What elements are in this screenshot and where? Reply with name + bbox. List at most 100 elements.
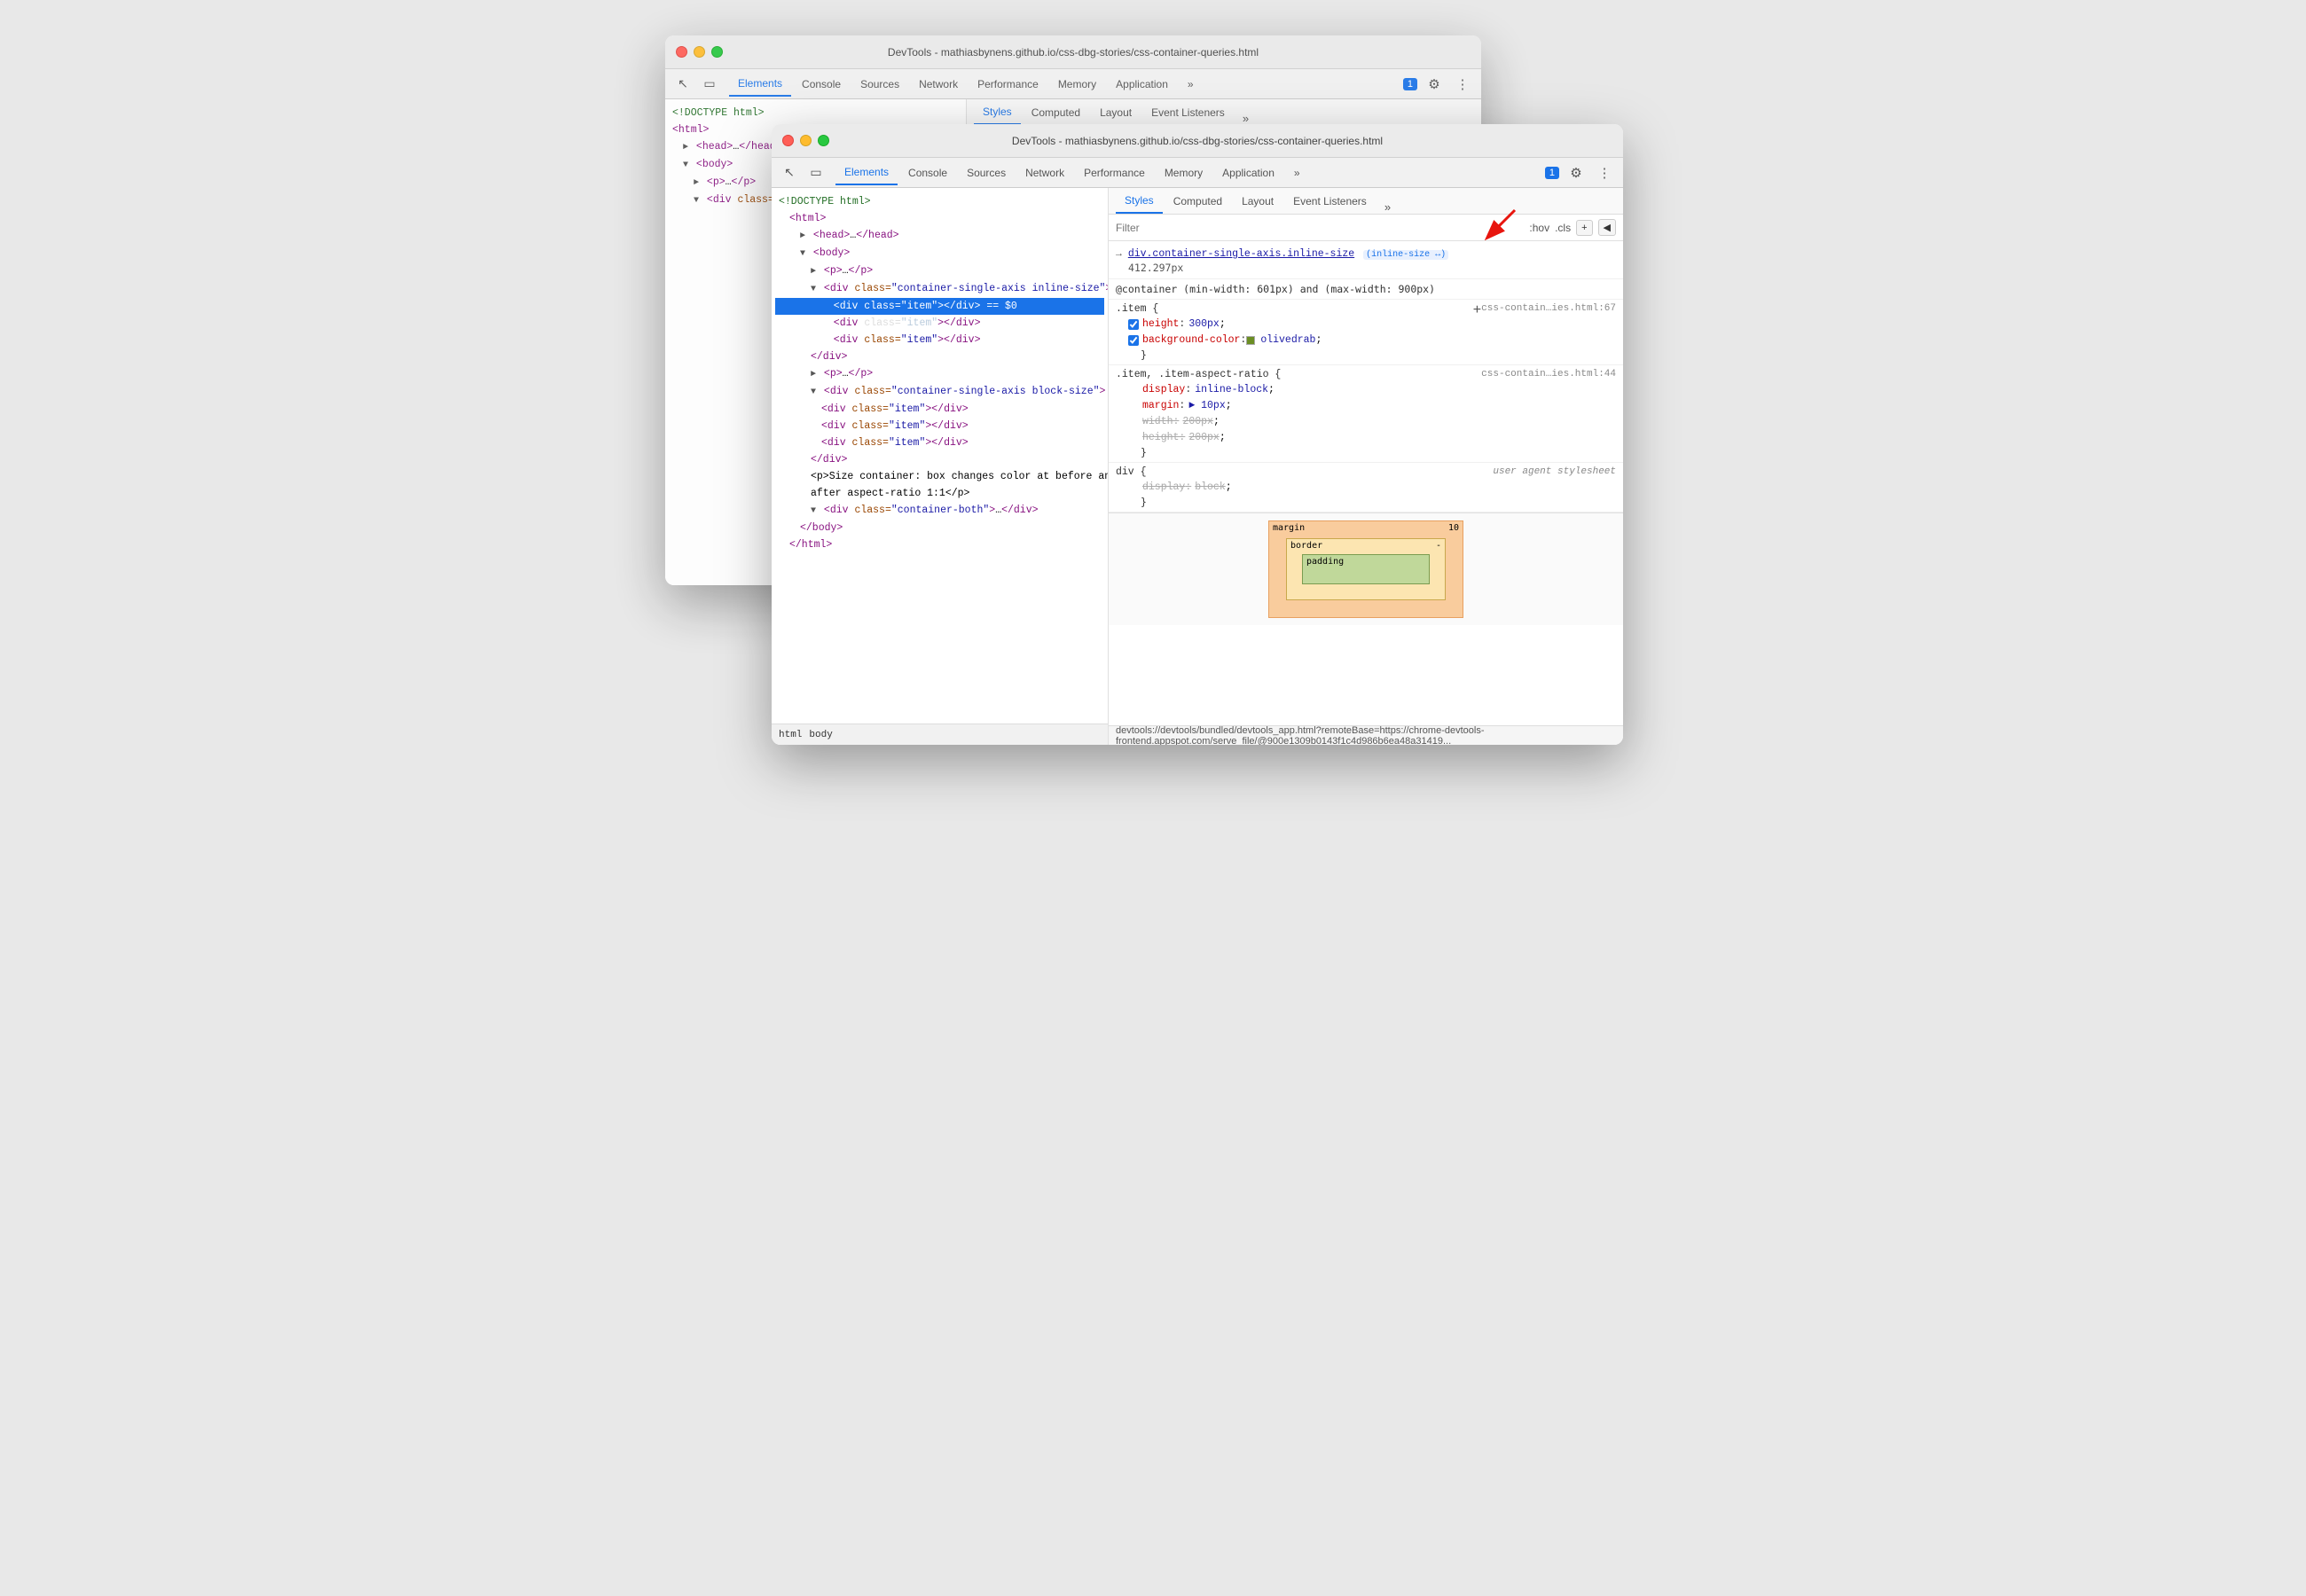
style-tab-event-listeners-front[interactable]: Event Listeners xyxy=(1284,189,1376,214)
settings-icon-front[interactable]: ⚙ xyxy=(1565,161,1588,184)
window-title-front: DevTools - mathiasbynens.github.io/css-d… xyxy=(1012,135,1383,147)
badge-front: 1 xyxy=(1545,167,1559,179)
tab-memory-front[interactable]: Memory xyxy=(1156,160,1212,185)
traffic-lights-back xyxy=(676,46,723,58)
tab-performance-back[interactable]: Performance xyxy=(969,72,1047,97)
prop-width-value: 200px xyxy=(1182,414,1213,430)
menu-icon-back[interactable]: ⋮ xyxy=(1451,73,1474,96)
box-padding-label: padding xyxy=(1302,554,1430,584)
hov-label-front: :hov xyxy=(1529,222,1549,234)
tab-more-front[interactable]: » xyxy=(1285,160,1309,185)
style-tab-styles-front[interactable]: Styles xyxy=(1116,189,1163,214)
dom-line[interactable]: after aspect-ratio 1:1</p> xyxy=(775,485,1104,502)
styles-more-front[interactable]: » xyxy=(1381,200,1394,214)
breadcrumb-html[interactable]: html xyxy=(779,730,802,740)
tab-memory-back[interactable]: Memory xyxy=(1049,72,1105,97)
tab-console-back[interactable]: Console xyxy=(793,72,850,97)
tab-elements-front[interactable]: Elements xyxy=(835,160,898,185)
dom-line[interactable]: ▼ <div class="container-single-axis bloc… xyxy=(775,383,1104,401)
cls-label-front: .cls xyxy=(1555,222,1571,234)
scroll-back-btn-front[interactable]: ◀ xyxy=(1598,219,1616,236)
prop-height-checkbox[interactable] xyxy=(1128,319,1139,330)
tool-icons-front: ↖ ▭ xyxy=(779,162,827,184)
style-tab-layout-back[interactable]: Layout xyxy=(1091,100,1141,125)
breadcrumb-body[interactable]: body xyxy=(809,730,832,740)
tab-network-back[interactable]: Network xyxy=(910,72,967,97)
cursor-icon[interactable]: ↖ xyxy=(672,74,694,95)
filter-input-front[interactable] xyxy=(1116,222,1465,234)
device-icon[interactable]: ▭ xyxy=(699,74,720,95)
tab-network-front[interactable]: Network xyxy=(1016,160,1073,185)
style-tab-styles-back[interactable]: Styles xyxy=(974,100,1021,125)
dom-line[interactable]: <div class="item"></div> xyxy=(775,434,1104,451)
dom-line[interactable]: <div class="item"></div> xyxy=(775,315,1104,332)
rule-body-item: height : 300px ; background-color : xyxy=(1116,317,1616,361)
dom-line[interactable]: <div class="item"></div> xyxy=(775,401,1104,418)
prop-display-value: inline-block xyxy=(1195,382,1268,398)
rule-selector-1: → div.container-single-axis.inline-size … xyxy=(1116,248,1616,260)
prop-bgcolor-checkbox[interactable] xyxy=(1128,335,1139,346)
dom-line[interactable]: </div> xyxy=(775,451,1104,468)
dom-line[interactable]: <html> xyxy=(775,210,1104,227)
add-style-btn-front[interactable]: + xyxy=(1576,220,1592,236)
dom-line[interactable]: </body> xyxy=(775,520,1104,536)
tab-console-front[interactable]: Console xyxy=(899,160,956,185)
styles-more-back[interactable]: » xyxy=(1239,112,1252,125)
container-query-text: @container (min-width: 601px) and (max-w… xyxy=(1116,283,1616,295)
dom-line[interactable]: <!DOCTYPE html> xyxy=(775,193,1104,210)
dom-line[interactable]: ► <p>…</p> xyxy=(775,262,1104,280)
rule-body-1: 412.297px xyxy=(1116,262,1616,275)
prop-display: display : inline-block ; xyxy=(1128,382,1616,398)
tab-sources-front[interactable]: Sources xyxy=(958,160,1015,185)
close-button-back[interactable] xyxy=(676,46,687,58)
prop-height-value: 300px xyxy=(1188,317,1220,332)
selector-link-1[interactable]: div.container-single-axis.inline-size xyxy=(1128,248,1354,260)
dom-line[interactable]: <p>Size container: box changes color at … xyxy=(775,468,1104,485)
prop-display-ua-value: block xyxy=(1195,480,1226,496)
cursor-icon-front[interactable]: ↖ xyxy=(779,162,800,184)
menu-icon-front[interactable]: ⋮ xyxy=(1593,161,1616,184)
tool-icons-back: ↖ ▭ xyxy=(672,74,720,95)
dom-line-selected[interactable]: <div class="item"></div> == $0 xyxy=(775,298,1104,315)
device-icon-front[interactable]: ▭ xyxy=(805,162,827,184)
tab-application-back[interactable]: Application xyxy=(1107,72,1177,97)
rule-close-brace: } xyxy=(1128,348,1616,361)
rule-body-ua: display : block ; } xyxy=(1116,480,1616,508)
dom-line[interactable]: ▼ <div class="container-single-axis inli… xyxy=(775,280,1104,298)
color-swatch-olivedrab[interactable] xyxy=(1246,336,1255,345)
dom-line[interactable]: ► <p>…</p> xyxy=(775,365,1104,383)
dom-line[interactable]: ▼ <div class="container-both">…</div> xyxy=(775,502,1104,520)
dom-line[interactable]: </div> xyxy=(775,348,1104,365)
dom-line[interactable]: </html> xyxy=(775,536,1104,553)
tab-more-back[interactable]: » xyxy=(1179,72,1203,97)
tab-sources-back[interactable]: Sources xyxy=(851,72,908,97)
rule-body-item-aspect: display : inline-block ; margin : ► 10px xyxy=(1116,382,1616,458)
tab-application-front[interactable]: Application xyxy=(1213,160,1283,185)
box-model: margin 10 border - padding xyxy=(1268,520,1463,618)
dom-panel-front: <!DOCTYPE html> <html> ► <head>…</head> … xyxy=(772,188,1109,745)
prop-display-ua-strikethrough: display : block ; xyxy=(1128,480,1616,496)
add-property-btn[interactable]: + xyxy=(1473,303,1482,317)
tab-performance-front[interactable]: Performance xyxy=(1075,160,1154,185)
minimize-button-front[interactable] xyxy=(800,135,812,146)
tab-elements-back[interactable]: Elements xyxy=(729,72,791,97)
maximize-button-front[interactable] xyxy=(818,135,829,146)
style-tab-event-listeners-back[interactable]: Event Listeners xyxy=(1142,100,1234,125)
dom-line[interactable]: ▼ <body> xyxy=(775,245,1104,262)
style-rule-container-query: @container (min-width: 601px) and (max-w… xyxy=(1109,279,1623,300)
style-tab-layout-front[interactable]: Layout xyxy=(1233,189,1282,214)
devtools-window-front: DevTools - mathiasbynens.github.io/css-d… xyxy=(772,124,1623,745)
prop-margin-name: margin xyxy=(1142,398,1179,414)
style-tab-computed-front[interactable]: Computed xyxy=(1165,189,1231,214)
dom-line[interactable]: <!DOCTYPE html> xyxy=(669,105,962,121)
close-button-front[interactable] xyxy=(782,135,794,146)
dom-line[interactable]: <div class="item"></div> xyxy=(775,418,1104,434)
style-tab-computed-back[interactable]: Computed xyxy=(1023,100,1089,125)
rule-selector-item-aspect: css-contain…ies.html:44 .item, .item-asp… xyxy=(1116,369,1616,380)
minimize-button-back[interactable] xyxy=(694,46,705,58)
dom-line[interactable]: ► <head>…</head> xyxy=(775,227,1104,245)
maximize-button-back[interactable] xyxy=(711,46,723,58)
settings-icon-back[interactable]: ⚙ xyxy=(1423,73,1446,96)
rule-selector-ua: user agent stylesheet div { xyxy=(1116,466,1616,478)
dom-line[interactable]: <div class="item"></div> xyxy=(775,332,1104,348)
